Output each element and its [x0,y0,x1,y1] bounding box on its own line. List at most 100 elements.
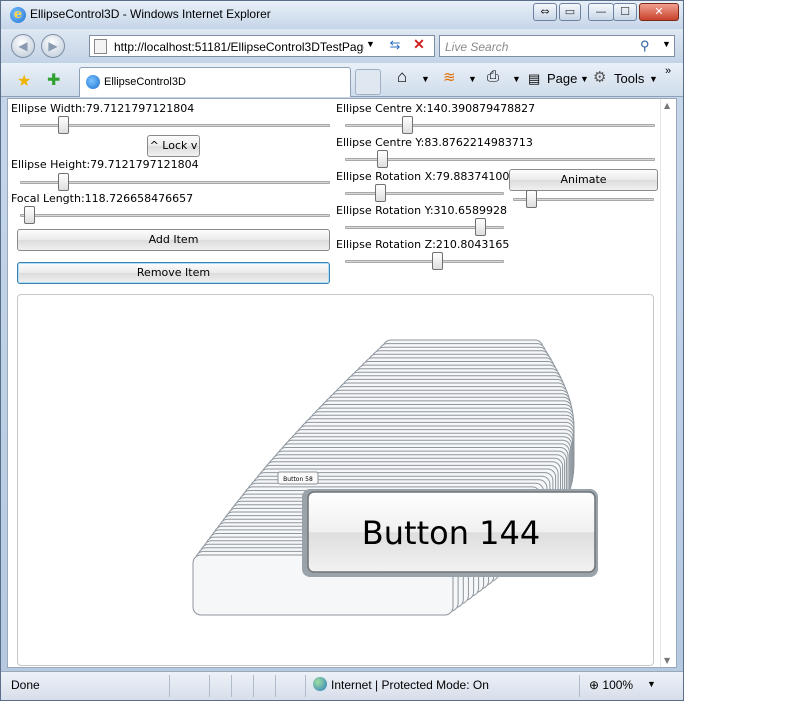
slider-thumb[interactable] [58,173,69,191]
back-button[interactable]: ◀ [11,34,35,58]
minimize-button[interactable]: — [588,3,614,21]
stop-icon[interactable]: ✕ [408,36,430,56]
slider-thumb[interactable] [402,116,413,134]
zoom-dropdown-icon[interactable]: ▼ [647,679,656,689]
scroll-up-icon[interactable]: ▲ [664,101,670,110]
status-divider [275,675,276,697]
favorites-star-icon[interactable]: ★ [17,71,31,90]
ellipse-height-slider[interactable] [20,172,330,192]
security-zone-text[interactable]: Internet | Protected Mode: On [331,678,489,692]
centre-x-slider[interactable] [345,115,655,135]
ellipse-height-label: Ellipse Height:79.7121797121804 [11,158,199,171]
address-bar[interactable]: http://localhost:51181/EllipseControl3DT… [89,35,435,57]
page-icon [94,39,107,54]
search-dropdown-icon[interactable]: ▼ [662,39,671,49]
scroll-down-icon[interactable]: ▼ [664,656,670,665]
zoom-value: 100% [602,678,634,692]
slider-track [345,158,655,161]
rotation-y-slider[interactable] [345,217,504,237]
search-box[interactable]: Live Search ⚲ ▼ [439,35,675,57]
slider-track [345,124,655,127]
search-icon[interactable]: ⚲ [640,38,650,54]
address-dropdown-icon[interactable]: ▼ [366,39,375,49]
ellipse-width-label: Ellipse Width:79.7121797121804 [11,102,195,115]
feeds-icon[interactable]: ≋ [443,68,456,86]
back-button-label: Button 58 [283,476,313,483]
forward-arrow-icon: ▶ [48,39,58,53]
rotation-x-slider[interactable] [345,183,504,203]
tile-button[interactable]: ▭ [559,3,581,21]
page-content: Ellipse Width:79.7121797121804 ^ Lock v … [7,98,677,668]
page-menu-button[interactable]: Page [547,71,577,86]
print-icon[interactable]: ⎙ [487,68,499,85]
slider-thumb[interactable] [58,116,69,134]
tools-dropdown-icon[interactable]: ▼ [649,74,658,84]
ellipse-3d-stage: Button 58 Button 144 [17,294,654,666]
back-arrow-icon: ◀ [18,39,28,53]
refresh-icon[interactable]: ⇆ [384,37,406,55]
browser-window: e EllipseControl3D - Windows Internet Ex… [0,0,684,701]
rotation-z-slider[interactable] [345,251,504,271]
navigation-bar: ◀ ▶ http://localhost:51181/EllipseContro… [1,29,683,63]
more-commands-icon[interactable]: » [665,65,671,77]
tab-label: EllipseControl3D [104,76,186,88]
remove-item-button[interactable]: Remove Item [17,262,330,284]
new-tab-button[interactable] [355,69,381,95]
title-bar: e EllipseControl3D - Windows Internet Ex… [1,1,683,29]
feeds-dropdown-icon[interactable]: ▼ [468,74,477,84]
add-favorites-icon[interactable]: ✚ [47,70,60,89]
slider-thumb[interactable] [432,252,443,270]
zoom-icon: ⊕ [589,678,600,692]
tab-ie-icon [86,75,100,89]
rotation-z-label: Ellipse Rotation Z:210.8043165 [336,238,510,251]
centre-x-label: Ellipse Centre X:140.390879478827 [336,102,536,115]
close-button[interactable]: ✕ [639,3,679,21]
slider-thumb[interactable] [475,218,486,236]
status-bar: Done Internet | Protected Mode: On ⊕ 100… [1,671,683,700]
focal-length-label: Focal Length:118.726658476657 [11,192,194,205]
window-title: EllipseControl3D - Windows Internet Expl… [30,7,271,21]
slider-track [345,192,504,195]
ellipse-3d-scene: Button 58 Button 144 [192,339,598,616]
maximize-button[interactable]: ☐ [613,3,637,21]
slider-track [345,260,504,263]
tab-ellipsecontrol3d[interactable]: EllipseControl3D [79,67,351,97]
add-item-button[interactable]: Add Item [17,229,330,251]
lock-button[interactable]: ^ Lock v [147,135,200,157]
front-button-label: Button 144 [362,514,540,552]
status-divider [209,675,210,697]
vertical-scrollbar[interactable]: ▲ ▼ [660,99,676,667]
back-button-item[interactable]: Button 58 [277,471,319,485]
slider-thumb[interactable] [526,190,537,208]
favorites-bar: ★ ✚ EllipseControl3D ⌂ ▼ ≋ ▼ ⎙ ▼ ▤ Page … [1,63,683,97]
address-text[interactable]: http://localhost:51181/EllipseControl3DT… [114,40,364,54]
ellipse-width-slider[interactable] [20,115,330,135]
rotation-x-label: Ellipse Rotation X:79.88374100 [336,170,510,183]
zoom-level[interactable]: ⊕ 100% [589,678,633,692]
centre-y-slider[interactable] [345,149,655,169]
centre-y-label: Ellipse Centre Y:83.8762214983713 [336,136,533,149]
page-dropdown-icon[interactable]: ▼ [580,74,589,84]
status-text: Done [11,678,40,692]
animate-speed-slider[interactable] [513,189,654,209]
front-button-item[interactable]: Button 144 [302,489,598,577]
animate-button[interactable]: Animate [509,169,658,191]
rotation-y-label: Ellipse Rotation Y:310.6589928 [336,204,508,217]
status-divider [579,675,580,697]
tools-menu-button[interactable]: Tools [614,71,644,86]
focal-length-slider[interactable] [20,205,330,225]
ie-logo-icon: e [10,7,26,23]
forward-button[interactable]: ▶ [41,34,65,58]
slider-thumb[interactable] [375,184,386,202]
gear-icon: ⚙ [593,69,607,86]
switch-view-button[interactable]: ⇔ [533,3,557,21]
slider-thumb[interactable] [377,150,388,168]
print-dropdown-icon[interactable]: ▼ [512,74,521,84]
slider-thumb[interactable] [24,206,35,224]
status-divider [305,675,306,697]
status-divider [253,675,254,697]
status-divider [231,675,232,697]
home-icon[interactable]: ⌂ [397,67,407,87]
search-placeholder[interactable]: Live Search [445,40,508,54]
home-dropdown-icon[interactable]: ▼ [421,74,430,84]
